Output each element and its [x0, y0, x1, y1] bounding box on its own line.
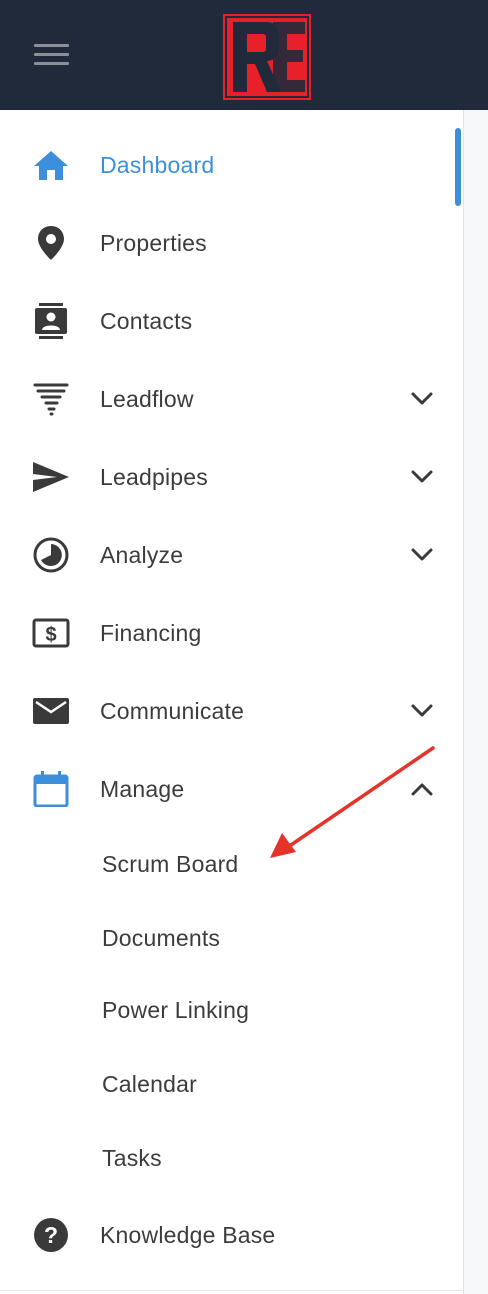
sidebar-item-properties[interactable]: Properties — [0, 204, 462, 282]
sidebar-item-label: Leadpipes — [100, 464, 208, 490]
sidebar-item-label: Leadflow — [100, 386, 194, 412]
sidebar-item-leadpipes[interactable]: Leadpipes — [0, 438, 462, 516]
svg-text:?: ? — [44, 1222, 58, 1248]
dollar-icon: $ — [31, 615, 71, 651]
pie-chart-icon — [31, 537, 71, 573]
sidebar-item-label: Communicate — [100, 698, 245, 724]
chevron-down-icon[interactable] — [410, 466, 434, 488]
chevron-down-icon[interactable] — [410, 700, 434, 722]
sidebar-item-dashboard[interactable]: Dashboard — [0, 126, 462, 204]
content-area-edge — [463, 110, 488, 1294]
sidebar-subitem-calendar[interactable]: Calendar — [0, 1047, 462, 1121]
divider — [0, 1290, 462, 1291]
svg-text:$: $ — [45, 624, 56, 646]
sidebar-item-label: Properties — [100, 230, 207, 256]
sidebar-subitem-label: Power Linking — [102, 997, 250, 1023]
sidebar-subitem-label: Calendar — [102, 1071, 197, 1097]
sidebar-subitem-label: Documents — [102, 925, 221, 951]
sidebar-item-label: Analyze — [100, 542, 184, 568]
sidebar-item-contacts[interactable]: Contacts — [0, 282, 462, 360]
sidebar-item-analyze[interactable]: Analyze — [0, 516, 462, 594]
sidebar-subitem-tasks[interactable]: Tasks — [0, 1121, 462, 1195]
sidebar-item-label: Manage — [100, 776, 185, 802]
sidebar-item-communicate[interactable]: Communicate — [0, 672, 462, 750]
annotation-arrow — [260, 740, 450, 870]
sidebar-item-label: Contacts — [100, 308, 193, 334]
top-bar — [0, 0, 488, 110]
hamburger-menu-icon[interactable] — [34, 44, 69, 66]
calendar-icon — [31, 771, 71, 808]
sidebar-subitem-label: Scrum Board — [102, 851, 239, 877]
chevron-down-icon[interactable] — [410, 388, 434, 410]
help-icon: ? — [31, 1217, 71, 1253]
logo[interactable] — [223, 14, 311, 100]
home-icon — [31, 147, 71, 183]
send-icon — [31, 459, 71, 495]
sidebar-item-financing[interactable]: $ Financing — [0, 594, 462, 672]
contacts-icon — [31, 303, 71, 339]
sidebar-item-label: Knowledge Base — [100, 1222, 276, 1248]
tornado-icon — [31, 381, 71, 417]
sidebar-subitem-label: Tasks — [102, 1145, 162, 1171]
sidebar-subitem-documents[interactable]: Documents — [0, 901, 462, 975]
sidebar-item-label: Dashboard — [100, 152, 215, 178]
map-pin-icon — [31, 225, 71, 261]
sidebar-item-leadflow[interactable]: Leadflow — [0, 360, 462, 438]
mail-icon — [31, 693, 71, 729]
sidebar-item-label: Financing — [100, 620, 202, 646]
sidebar-item-knowledge-base[interactable]: ? Knowledge Base — [0, 1196, 462, 1274]
sidebar-subitem-power-linking[interactable]: Power Linking — [0, 973, 462, 1047]
chevron-down-icon[interactable] — [410, 544, 434, 566]
